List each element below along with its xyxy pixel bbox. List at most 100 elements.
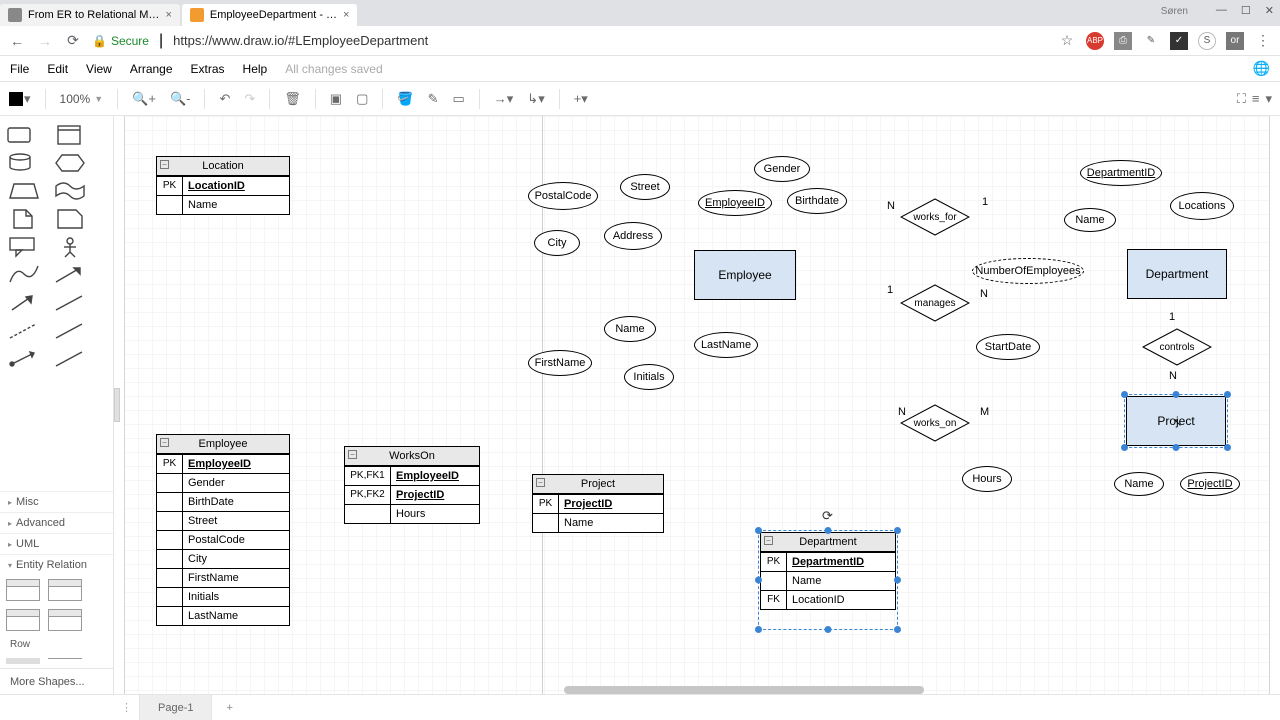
fullscreen-icon[interactable]: ⛶ [1237,91,1246,107]
attr-street[interactable]: Street [620,174,670,200]
er-thumb[interactable] [6,579,40,601]
browser-tab-1[interactable]: EmployeeDepartment - … × [182,4,358,26]
undo-icon[interactable]: ↶ [219,91,230,107]
attr-lastname[interactable]: LastName [694,332,758,358]
shape-arrow-up[interactable] [6,292,42,314]
extension-icon[interactable]: ✓ [1170,32,1188,50]
shape-trap[interactable] [6,180,42,202]
canvas[interactable]: −Location PKLocationID Name −Employee PK… [114,116,1280,694]
sidebar-toggle[interactable] [114,388,120,422]
sidebar-cat-uml[interactable]: UML [0,533,113,554]
delete-icon[interactable]: 🗑 [284,91,301,107]
extension-icon[interactable]: ⎙ [1114,32,1132,50]
table-employee[interactable]: −Employee PKEmployeeID Gender BirthDate … [156,434,290,626]
zoom-in-icon[interactable]: 🔍+ [132,91,156,107]
entity-department[interactable]: Department [1127,249,1227,299]
sidebar-cat-er[interactable]: Entity Relation [0,554,113,575]
shape-doc[interactable] [6,208,42,230]
extension-icon[interactable]: or [1226,32,1244,50]
attr-numberofemployees[interactable]: NumberOfEmployees [972,258,1084,284]
er-thumb-row[interactable] [48,658,82,664]
table-location[interactable]: −Location PKLocationID Name [156,156,290,215]
waypoint-icon[interactable]: ↳▾ [527,91,544,107]
browser-tab-0[interactable]: From ER to Relational M… × [0,4,180,26]
shape-hex[interactable] [52,152,88,174]
menu-view[interactable]: View [86,62,112,76]
shadow-icon[interactable]: ▭ [452,91,464,107]
shape-line[interactable] [52,292,88,314]
kebab-icon[interactable]: ⋮ [1254,32,1272,49]
connection-icon[interactable]: →▾ [494,91,514,107]
secure-indicator[interactable]: 🔒 Secure [92,34,149,48]
sidebar-cat-advanced[interactable]: Advanced [0,512,113,533]
menu-file[interactable]: File [10,62,29,76]
table-project[interactable]: −Project PKProjectID Name [532,474,664,533]
shape-callout[interactable] [6,236,42,258]
attr-gender[interactable]: Gender [754,156,810,182]
shape-note[interactable] [52,124,88,146]
attr-employeeid[interactable]: EmployeeID [698,190,772,216]
insert-icon[interactable]: +▾ [574,91,588,107]
rel-works-for[interactable]: works_for [900,198,970,236]
attr-departmentid[interactable]: DepartmentID [1080,160,1162,186]
table-department[interactable]: −Department PKDepartmentID Name FKLocati… [760,532,896,610]
to-back-icon[interactable]: ▢ [356,91,368,107]
attr-name-dep[interactable]: Name [1064,208,1116,232]
minimize-icon[interactable]: — [1216,4,1227,17]
maximize-icon[interactable]: ☐ [1241,4,1251,17]
tab-grip-icon[interactable]: ⋮ [114,695,140,720]
horizontal-scrollbar[interactable] [564,686,924,694]
collapse-icon[interactable]: ▾ [1265,91,1272,107]
attr-postalcode[interactable]: PostalCode [528,182,598,210]
rel-controls[interactable]: controls [1142,328,1212,366]
menu-edit[interactable]: Edit [47,62,68,76]
fill-color-icon[interactable]: 🪣 [397,91,413,107]
entity-employee[interactable]: Employee [694,250,796,300]
close-icon[interactable]: × [343,9,349,21]
forward-icon[interactable]: → [36,33,54,49]
language-icon[interactable]: 🌐 [1253,60,1270,77]
zoom-input[interactable]: 100%▼ [60,92,104,106]
shape-dashed[interactable] [6,320,42,342]
more-shapes-button[interactable]: More Shapes... [0,668,113,694]
attr-locations[interactable]: Locations [1170,192,1234,220]
er-thumb[interactable] [6,609,40,631]
er-thumb[interactable] [48,609,82,631]
attr-name-emp[interactable]: Name [604,316,656,342]
format-panel-icon[interactable]: ≡ [1252,91,1260,107]
line-color-icon[interactable]: ✎ [428,91,439,107]
attr-projectid[interactable]: ProjectID [1180,472,1240,496]
view-dropdown[interactable]: ▾ [8,91,31,107]
extension-icon[interactable]: ✎ [1142,32,1160,50]
er-thumb-row[interactable] [6,658,40,664]
rel-manages[interactable]: manages [900,284,970,322]
bookmark-icon[interactable]: ☆ [1058,32,1076,50]
rotate-handle-icon[interactable]: ⟳ [822,508,833,524]
table-workson[interactable]: −WorksOn PK,FK1EmployeeID PK,FK2ProjectI… [344,446,480,524]
attr-name-proj[interactable]: Name [1114,472,1164,496]
attr-birthdate[interactable]: Birthdate [787,188,847,214]
close-window-icon[interactable]: ✕ [1265,4,1274,17]
menu-help[interactable]: Help [243,62,268,76]
reload-icon[interactable]: ⟳ [64,32,82,49]
shape-conn[interactable] [6,348,42,370]
attr-startdate[interactable]: StartDate [976,334,1040,360]
abp-extension-icon[interactable]: ABP [1086,32,1104,50]
add-page-icon[interactable]: + [212,702,246,714]
profile-name[interactable]: Søren [1161,6,1188,17]
extension-icon[interactable]: S [1198,32,1216,50]
page-tab[interactable]: Page-1 [140,695,212,720]
attr-hours[interactable]: Hours [962,466,1012,492]
attr-address[interactable]: Address [604,222,662,250]
sidebar-cat-misc[interactable]: Misc [0,491,113,512]
shape-cyl[interactable] [6,152,42,174]
shape-rect[interactable] [6,124,42,146]
attr-firstname[interactable]: FirstName [528,350,592,376]
shape-card[interactable] [52,208,88,230]
attr-city[interactable]: City [534,230,580,256]
shape-line3[interactable] [52,348,88,370]
shape-line2[interactable] [52,320,88,342]
redo-icon[interactable]: ↷ [244,91,255,107]
shape-wave[interactable] [52,180,88,202]
shape-curve[interactable] [6,264,42,286]
